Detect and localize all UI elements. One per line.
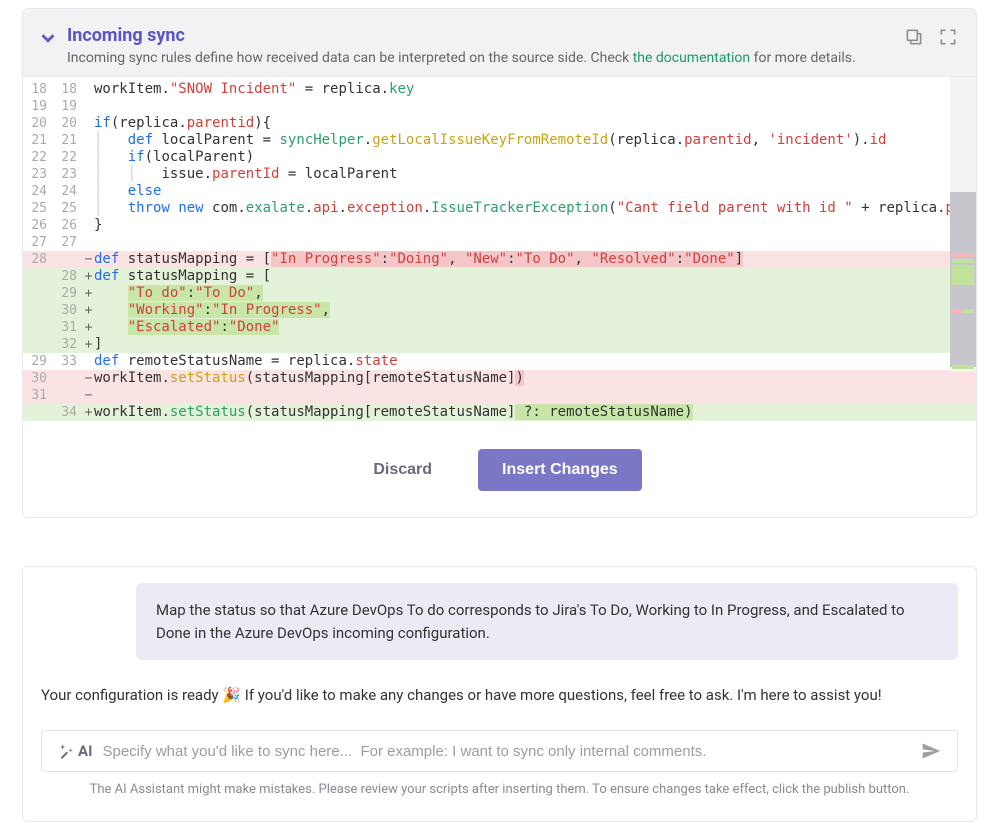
- diff-editor[interactable]: 1818 workItem."SNOW Incident" = replica.…: [23, 77, 976, 421]
- code-line: 2424 │ else: [23, 183, 976, 200]
- panel-header: Incoming sync Incoming sync rules define…: [23, 9, 976, 77]
- desc-text-a: Incoming sync rules define how received …: [67, 50, 633, 66]
- panel-description: Incoming sync rules define how received …: [67, 50, 904, 66]
- insert-changes-button[interactable]: Insert Changes: [478, 449, 642, 491]
- chat-footnote: The AI Assistant might make mistakes. Pl…: [41, 772, 958, 797]
- chat-input-bar: AI: [41, 730, 958, 772]
- user-message: Map the status so that Azure DevOps To d…: [136, 583, 958, 660]
- code-line: 2323 │ │ issue.parentId = localParent: [23, 166, 976, 183]
- chat-panel: Map the status so that Azure DevOps To d…: [22, 566, 977, 822]
- code-line-added: 32+]: [23, 336, 976, 353]
- code-line-added: 30+ "Working":"In Progress",: [23, 302, 976, 319]
- code-line-added: 31+ "Escalated":"Done": [23, 319, 976, 336]
- discard-button[interactable]: Discard: [357, 449, 448, 491]
- copy-icon[interactable]: [904, 27, 924, 47]
- panel-title: Incoming sync: [67, 25, 904, 46]
- documentation-link[interactable]: the documentation: [633, 50, 750, 66]
- ai-label: AI: [58, 742, 92, 760]
- button-row: Discard Insert Changes: [23, 421, 976, 517]
- code-line: 2933 def remoteStatusName = replica.stat…: [23, 353, 976, 370]
- code-line-added: 28+def statusMapping = [: [23, 268, 976, 285]
- desc-text-b: for more details.: [750, 50, 856, 66]
- code-line-removed: 30−workItem.setStatus(statusMapping[remo…: [23, 370, 976, 387]
- magic-wand-icon: [58, 743, 74, 759]
- code-line-removed: 28−def statusMapping = ["In Progress":"D…: [23, 251, 976, 268]
- chevron-down-icon[interactable]: [37, 27, 59, 49]
- code-line-removed: 31−: [23, 387, 976, 404]
- code-line: 2525 │ throw new com.exalate.api.excepti…: [23, 200, 976, 217]
- code-line: 2121 │ def localParent = syncHelper.getL…: [23, 132, 976, 149]
- code-line: 2222 │ if(localParent): [23, 149, 976, 166]
- code-line: 2626 }: [23, 217, 976, 234]
- chat-input[interactable]: [102, 743, 911, 760]
- send-icon[interactable]: [921, 741, 941, 761]
- code-line: 2727: [23, 234, 976, 251]
- assistant-message: Your configuration is ready 🎉 If you'd l…: [41, 682, 958, 704]
- code-line-added: 29+ "To do":"To Do",: [23, 285, 976, 302]
- fullscreen-icon[interactable]: [938, 27, 958, 47]
- code-line: 1919: [23, 98, 976, 115]
- minimap[interactable]: [950, 77, 976, 372]
- code-line-added: 34+workItem.setStatus(statusMapping[remo…: [23, 404, 976, 421]
- code-line: 1818 workItem."SNOW Incident" = replica.…: [23, 81, 976, 98]
- incoming-sync-panel: Incoming sync Incoming sync rules define…: [22, 8, 977, 518]
- code-line: 2020 if(replica.parentid){: [23, 115, 976, 132]
